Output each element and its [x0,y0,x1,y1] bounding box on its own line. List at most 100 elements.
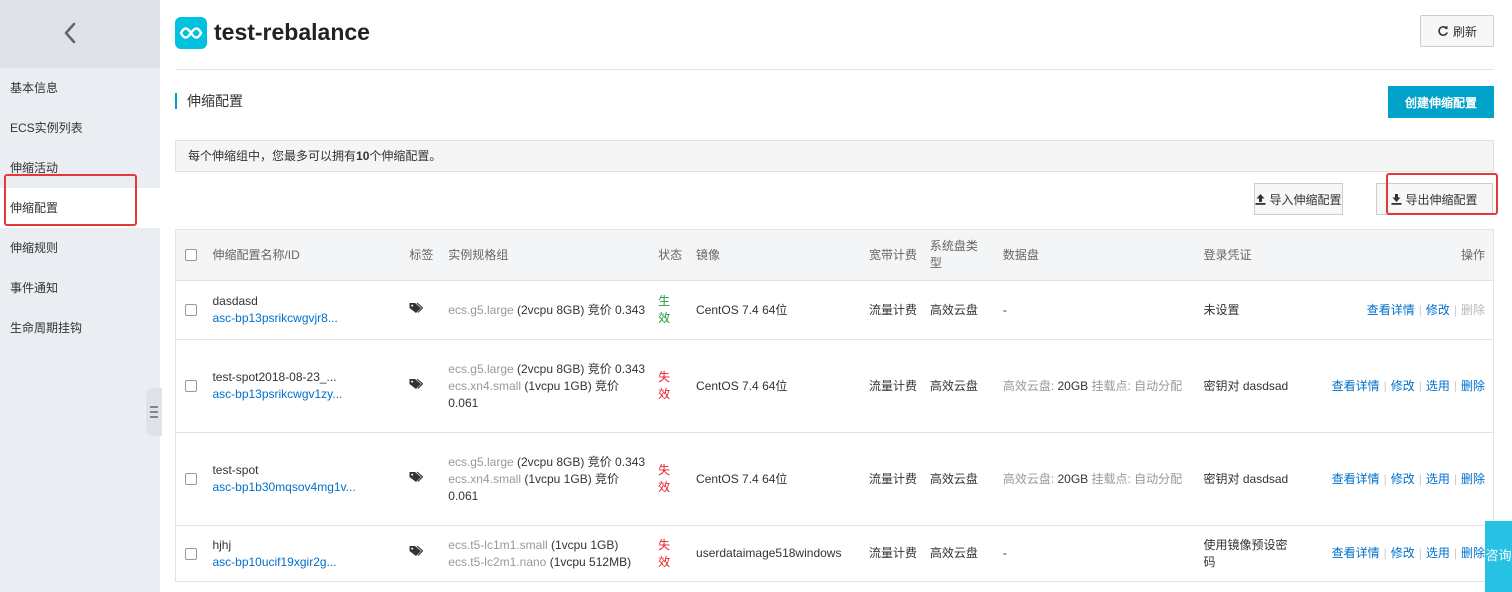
datadisk-size: 20GB [1057,471,1089,486]
consult-widget[interactable]: 咨询 [1485,521,1512,592]
sidebar-item[interactable]: ECS实例列表 [0,108,160,148]
detail-link[interactable]: 查看详情 [1332,472,1380,486]
notice-count: 10 [356,149,370,163]
col-sysdisk: 系统盘类型 [929,229,1003,281]
config-id-link[interactable]: asc-bp13psrikcwgvjr8... [212,310,409,327]
datadisk-cell: 高效云盘: 20GB 挂载点: 自动分配 [1002,432,1204,526]
create-config-button[interactable]: 创建伸缩配置 [1388,86,1494,118]
refresh-button[interactable]: 刷新 [1420,15,1494,47]
detail-link[interactable]: 查看详情 [1332,546,1380,560]
image-cell: userdataimage518windows [696,525,869,582]
config-id-link[interactable]: asc-bp1b30mqsov4mg1v... [212,479,409,496]
delete-link[interactable]: 删除 [1461,472,1485,486]
spec-cell: ecs.g5.large (2vcpu 8GB) 竞价 0.343 ecs.xn4… [448,432,659,526]
page-header: test-rebalance 刷新 [175,0,1494,70]
datadisk-cell: - [1002,280,1204,340]
edit-link[interactable]: 修改 [1391,546,1415,560]
sidebar-item[interactable]: 事件通知 [0,268,160,308]
config-name: hjhj [212,537,232,552]
image-cell: CentOS 7.4 64位 [696,339,869,433]
edit-link[interactable]: 修改 [1391,472,1415,486]
op-separator: | [1453,378,1457,393]
datadisk-label: 高效云盘: [1002,471,1058,486]
row-select-cell [175,339,213,433]
col-name: 伸缩配置名称/ID [212,229,410,281]
login-cell: 未设置 [1203,280,1309,340]
notice-prefix: 每个伸缩组中，您最多可以拥有 [188,149,357,163]
spec-type: ecs.xn4.small [448,471,521,486]
tag-icon[interactable] [409,302,424,314]
scaling-config-table: 伸缩配置名称/ID 标签 实例规格组 状态 镜像 宽带计费 系统盘类型 数据盘 … [175,229,1494,582]
sidebar-item[interactable]: 生命周期挂钩 [0,308,160,348]
login-cell: 使用镜像预设密码 [1203,525,1309,582]
row-checkbox[interactable] [185,304,197,317]
quota-notice: 每个伸缩组中，您最多可以拥有10个伸缩配置。 [175,140,1494,172]
delete-link[interactable]: 删除 [1461,379,1485,393]
datadisk-label: 高效云盘: [1002,378,1058,393]
image-cell: CentOS 7.4 64位 [696,280,869,340]
col-tag: 标签 [409,229,449,281]
spec-line: ecs.xn4.small (1vcpu 1GB) 竞价 0.061 [448,471,646,505]
tag-icon[interactable] [409,378,424,390]
edit-link[interactable]: 修改 [1426,303,1450,317]
spec-cell: ecs.g5.large (2vcpu 8GB) 竞价 0.343 ecs.xn4… [448,339,659,433]
spec-type: ecs.xn4.small [448,378,521,393]
datadisk-size: - [1002,302,1007,317]
select-all-cell [175,229,213,281]
op-separator: | [1418,546,1422,560]
op-separator: | [1418,302,1422,317]
use-link[interactable]: 选用 [1426,472,1450,486]
tag-icon[interactable] [409,471,424,483]
select-all-checkbox[interactable] [185,249,197,262]
datadisk-cell: 高效云盘: 20GB 挂载点: 自动分配 [1002,339,1204,433]
refresh-label: 刷新 [1452,24,1477,39]
sidebar-collapse-handle[interactable] [146,388,162,436]
name-cell: dasdasd asc-bp13psrikcwgvjr8... [212,280,410,340]
spec-detail: (1vcpu 512MB) [546,554,632,569]
table-row: test-spot asc-bp1b30mqsov4mg1v... ecs.g5.l… [175,432,1494,526]
spec-cell: ecs.g5.large (2vcpu 8GB) 竞价 0.343 [448,280,659,340]
spec-type: ecs.g5.large [448,454,514,469]
op-separator: | [1418,378,1422,393]
main-content: test-rebalance 刷新 伸缩配置 创建伸缩配置 每个伸缩组中，您最多… [175,0,1494,592]
status-badge: 失效 [658,370,671,401]
config-id-link[interactable]: asc-bp10ucif19xgir2g... [212,554,409,571]
import-label: 导入伸缩配置 [1269,192,1342,207]
sysdisk-cell: 高效云盘 [929,432,1003,526]
status-cell: 失效 [658,432,697,526]
image-cell: CentOS 7.4 64位 [696,432,869,526]
detail-link[interactable]: 查看详情 [1332,379,1380,393]
delete-link[interactable]: 删除 [1461,303,1485,317]
use-link[interactable]: 选用 [1426,546,1450,560]
upload-icon [1255,194,1266,205]
edit-link[interactable]: 修改 [1391,379,1415,393]
config-id-link[interactable]: asc-bp13psrikcwgv1zy... [212,386,409,403]
detail-link[interactable]: 查看详情 [1367,303,1415,317]
highlight-box-export [1386,173,1498,215]
highlight-box-sidebar [4,174,137,226]
row-checkbox[interactable] [185,547,197,560]
status-badge: 生效 [658,294,671,325]
back-button[interactable] [0,0,160,68]
op-separator: | [1383,546,1387,560]
ops-cell: 查看详情 | 修改 | 选用 | 删除 [1308,339,1494,433]
row-checkbox[interactable] [185,380,197,393]
sidebar-item[interactable]: 基本信息 [0,68,160,108]
refresh-icon [1438,25,1448,36]
table-row: dasdasd asc-bp13psrikcwgvjr8... ecs.g5.lar… [175,280,1494,340]
spec-line: ecs.g5.large (2vcpu 8GB) 竞价 0.343 [448,361,646,378]
sidebar-item[interactable]: 伸缩规则 [0,228,160,268]
op-separator: | [1383,378,1387,393]
use-link[interactable]: 选用 [1426,379,1450,393]
spec-type: ecs.g5.large [448,302,514,317]
datadisk-size: 20GB [1057,378,1089,393]
col-status: 状态 [658,229,697,281]
delete-link[interactable]: 删除 [1461,546,1485,560]
row-checkbox[interactable] [185,473,197,486]
tag-icon[interactable] [409,545,424,557]
spec-detail: (2vcpu 8GB) 竞价 0.343 [513,454,646,469]
col-ops: 操作 [1308,229,1494,281]
col-spec: 实例规格组 [448,229,659,281]
import-config-button[interactable]: 导入伸缩配置 [1254,183,1343,215]
op-separator: | [1418,471,1422,486]
